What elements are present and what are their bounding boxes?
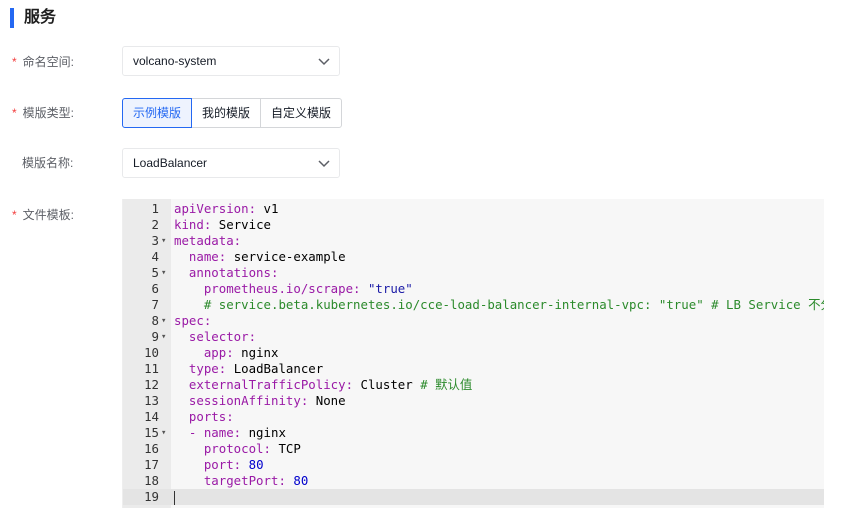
- line-number: 10: [144, 345, 159, 360]
- line-number: 12: [144, 377, 159, 392]
- page-title: 服务: [10, 8, 56, 28]
- file-template-label: * 文件模板:: [12, 208, 75, 222]
- code-line[interactable]: 1 apiVersion: v1: [123, 201, 824, 217]
- code-text: externalTrafficPolicy: Cluster # 默认值: [188, 377, 473, 392]
- line-number: 14: [144, 409, 159, 424]
- code-line[interactable]: 12 externalTrafficPolicy: Cluster # 默认值: [123, 377, 824, 393]
- line-number: 13: [144, 393, 159, 408]
- code-line[interactable]: 8 ▾ spec:: [123, 313, 824, 329]
- code-line[interactable]: 13 sessionAffinity: None: [123, 393, 824, 409]
- template-name-select[interactable]: LoadBalancer: [122, 148, 340, 178]
- fold-toggle-icon[interactable]: ▾: [161, 425, 169, 441]
- code-line[interactable]: 19: [123, 489, 824, 505]
- line-number: 9: [151, 329, 159, 344]
- line-number: 6: [151, 281, 159, 296]
- template-type-custom-button[interactable]: 自定义模版: [260, 98, 343, 128]
- line-number: 16: [144, 441, 159, 456]
- code-text: annotations:: [188, 265, 279, 280]
- code-line[interactable]: 3 ▾ metadata:: [123, 233, 824, 249]
- code-text: app: nginx: [203, 345, 279, 360]
- code-line[interactable]: 5 ▾ annotations:: [123, 265, 824, 281]
- code-line[interactable]: 15 ▾ - name: nginx: [123, 425, 824, 441]
- code-line[interactable]: 17 port: 80: [123, 457, 824, 473]
- fold-toggle-icon[interactable]: ▾: [161, 313, 169, 329]
- code-text: # service.beta.kubernetes.io/cce-load-ba…: [203, 297, 824, 312]
- namespace-value: volcano-system: [133, 54, 217, 68]
- template-name-label: 模版名称:: [22, 156, 74, 170]
- code-line[interactable]: 16 protocol: TCP: [123, 441, 824, 457]
- code-text: type: LoadBalancer: [188, 361, 324, 376]
- code-text: name: service-example: [188, 249, 346, 264]
- line-number: 2: [151, 217, 159, 232]
- chevron-down-icon: [318, 160, 330, 168]
- yaml-code-editor[interactable]: 1 apiVersion: v1 2 kind: Service 3 ▾ metadata:…: [122, 199, 824, 508]
- code-text: port: 80: [203, 457, 264, 472]
- code-text: - name: nginx: [188, 425, 286, 440]
- template-type-label: * 模版类型:: [12, 106, 75, 120]
- line-number: 7: [151, 297, 159, 312]
- line-number: 5: [151, 265, 159, 280]
- code-line[interactable]: 10 app: nginx: [123, 345, 824, 361]
- required-mark: *: [12, 106, 17, 120]
- code-line[interactable]: 4 name: service-example: [123, 249, 824, 265]
- code-text: targetPort: 80: [203, 473, 309, 488]
- code-line[interactable]: 11 type: LoadBalancer: [123, 361, 824, 377]
- code-line[interactable]: 2 kind: Service: [123, 217, 824, 233]
- code-text: protocol: TCP: [203, 441, 301, 456]
- namespace-select[interactable]: volcano-system: [122, 46, 340, 76]
- line-number: 15: [144, 425, 159, 440]
- namespace-label: * 命名空间:: [12, 55, 75, 69]
- code-text: [174, 489, 175, 505]
- template-type-sample-button[interactable]: 示例模版: [122, 98, 193, 128]
- template-name-value: LoadBalancer: [133, 156, 208, 170]
- code-text: apiVersion: v1: [174, 201, 279, 216]
- line-number: 11: [144, 361, 159, 376]
- fold-toggle-icon[interactable]: ▾: [161, 233, 169, 249]
- code-text: spec:: [174, 313, 212, 328]
- line-number: 19: [144, 489, 159, 504]
- code-line[interactable]: 14 ports:: [123, 409, 824, 425]
- required-mark: *: [12, 208, 17, 222]
- fold-toggle-icon[interactable]: ▾: [161, 329, 169, 345]
- code-text: sessionAffinity: None: [188, 393, 346, 408]
- line-number: 17: [144, 457, 159, 472]
- code-text: prometheus.io/scrape: "true": [203, 281, 413, 296]
- code-text: ports:: [188, 409, 234, 424]
- line-number: 3: [151, 233, 159, 248]
- required-mark: *: [12, 55, 17, 69]
- template-type-mine-button[interactable]: 我的模版: [191, 98, 262, 128]
- code-text: selector:: [188, 329, 257, 344]
- line-number: 1: [151, 201, 159, 216]
- line-number: 4: [151, 249, 159, 264]
- line-number: 18: [144, 473, 159, 488]
- line-number: 8: [151, 313, 159, 328]
- text-cursor: [174, 490, 175, 505]
- code-line[interactable]: 18 targetPort: 80: [123, 473, 824, 489]
- code-text: kind: Service: [174, 217, 271, 232]
- code-text: metadata:: [174, 233, 242, 248]
- code-line[interactable]: 6 prometheus.io/scrape: "true": [123, 281, 824, 297]
- code-line[interactable]: 7 # service.beta.kubernetes.io/cce-load-…: [123, 297, 824, 313]
- template-type-segmented: 示例模版 我的模版 自定义模版: [122, 98, 343, 128]
- fold-toggle-icon[interactable]: ▾: [161, 265, 169, 281]
- code-line[interactable]: 9 ▾ selector:: [123, 329, 824, 345]
- chevron-down-icon: [318, 58, 330, 66]
